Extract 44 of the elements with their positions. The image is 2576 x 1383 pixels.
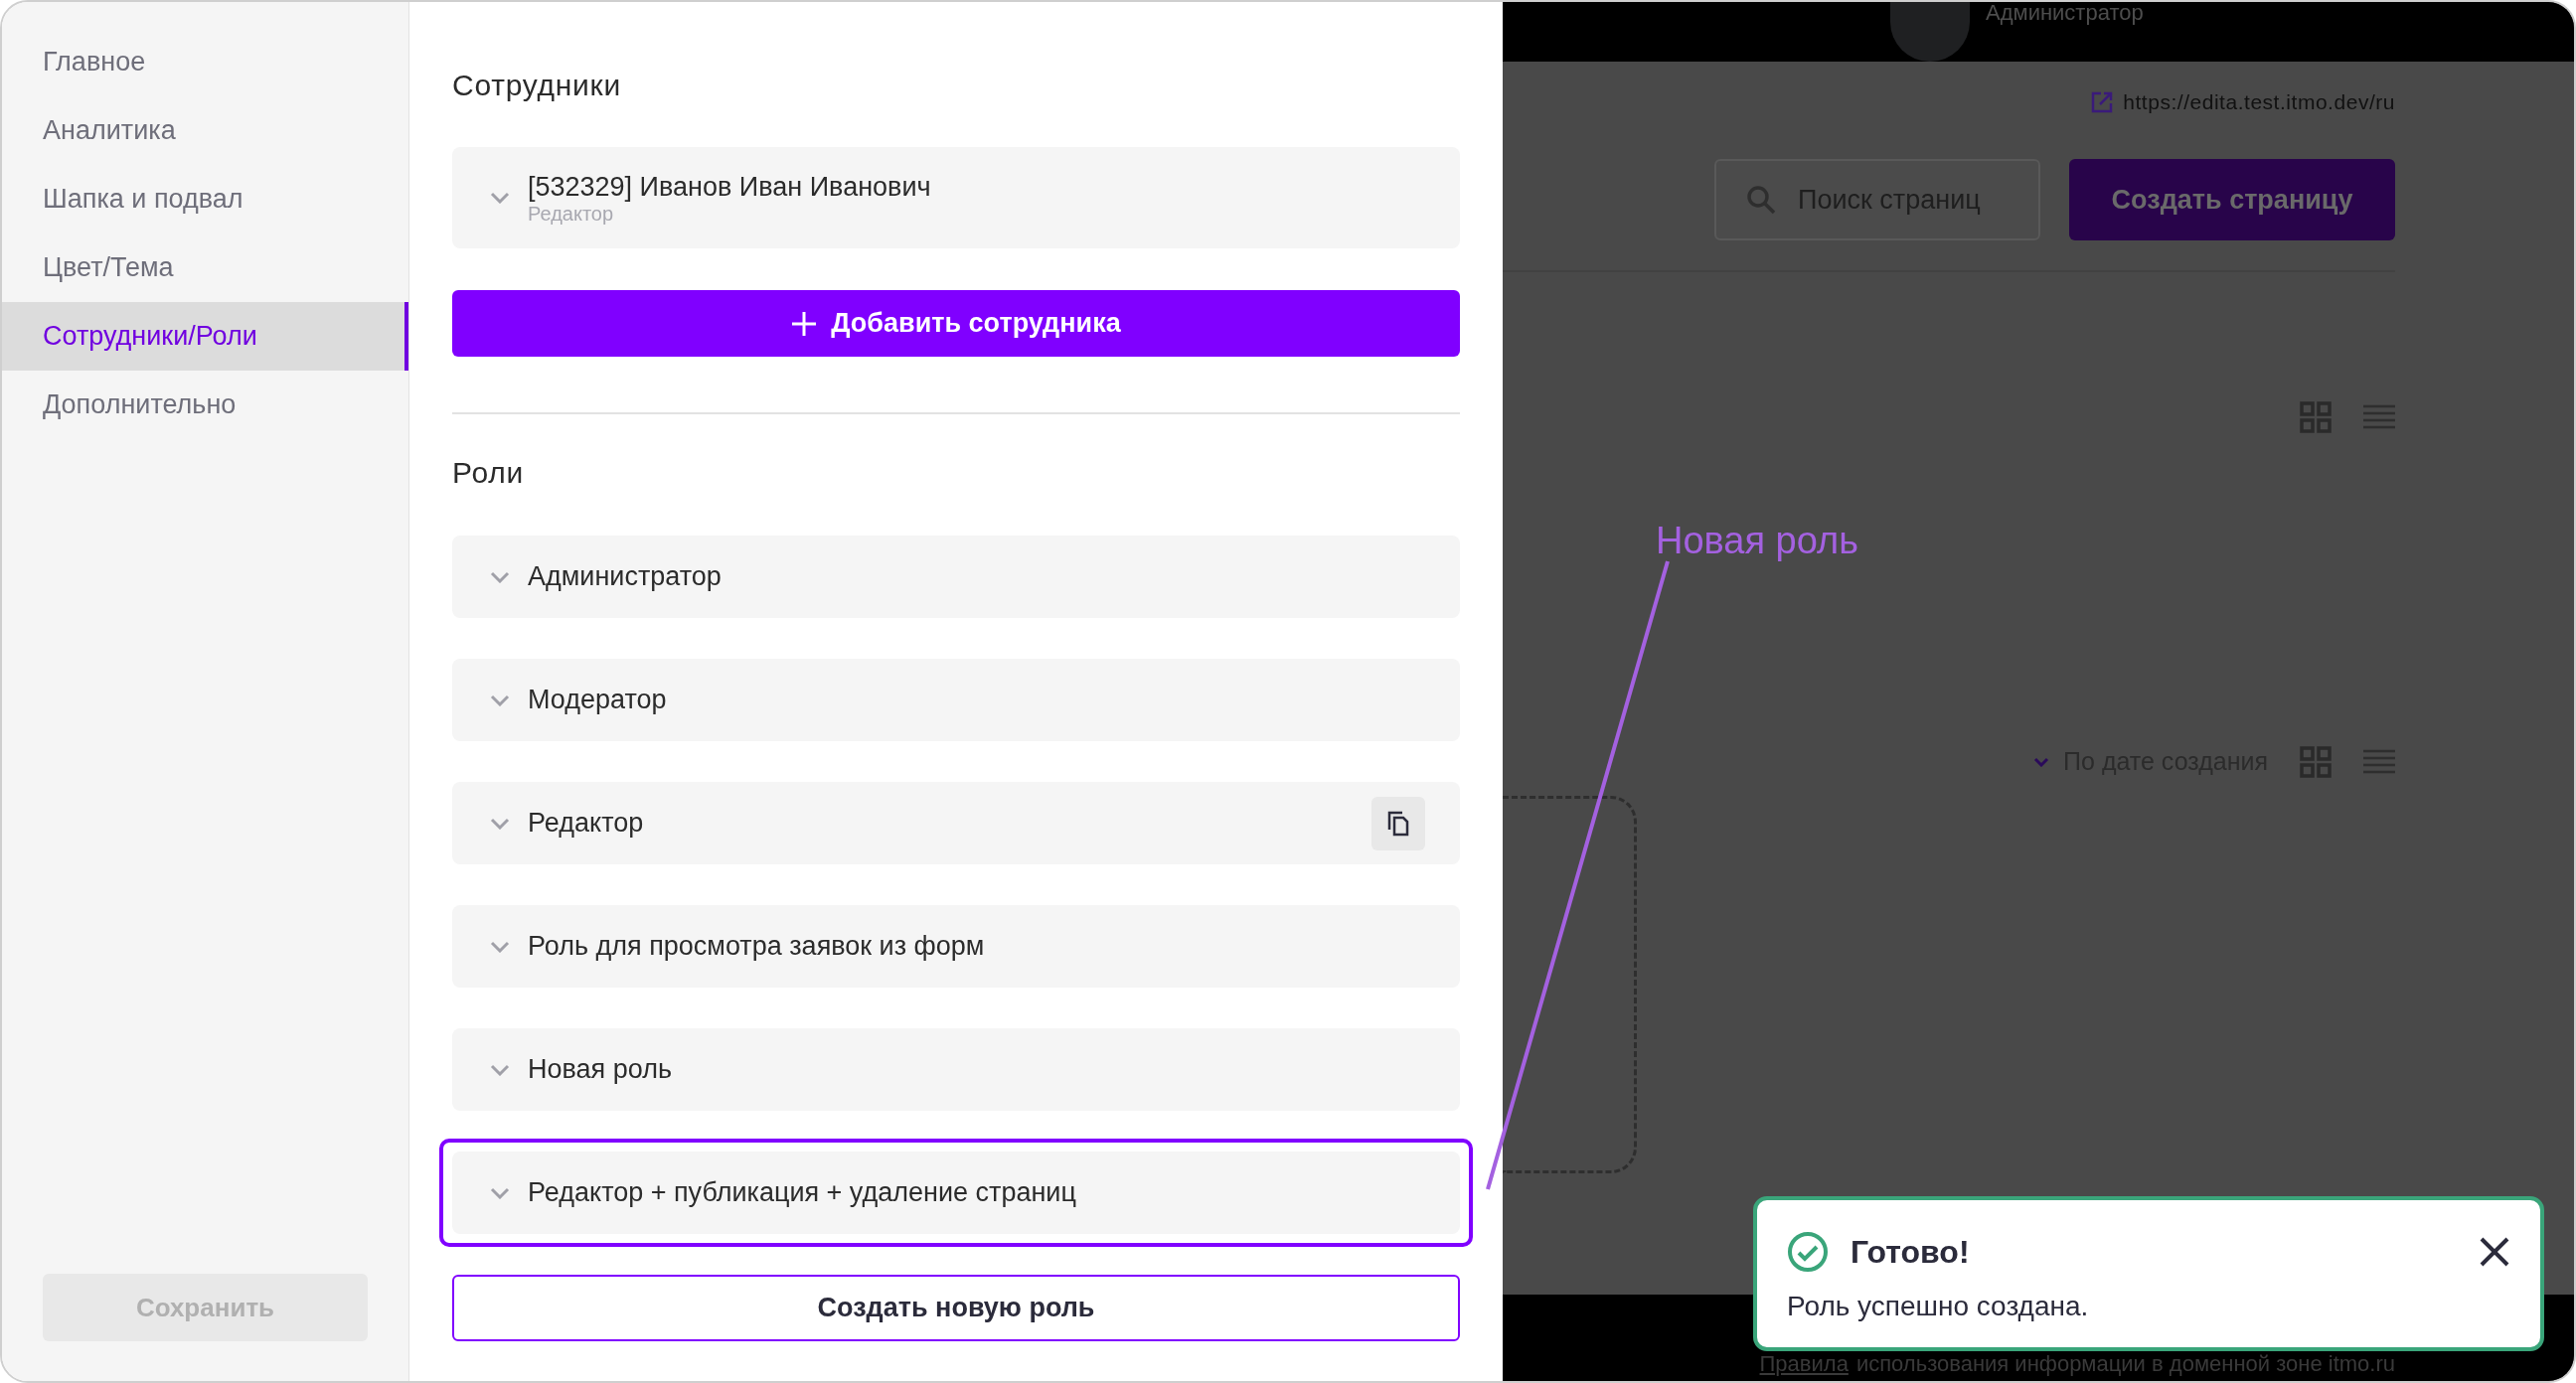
chevron-down-icon (490, 1186, 510, 1199)
chevron-down-icon (490, 192, 510, 204)
create-page-button[interactable]: Создать страницу (2069, 159, 2395, 240)
copy-icon (1386, 810, 1410, 837)
footer-text: использования информации в доменной зоне itmo.ru (1855, 1351, 2395, 1377)
copy-button[interactable] (1371, 796, 1425, 850)
external-link-icon (2091, 91, 2114, 113)
chevron-down-icon (490, 940, 510, 953)
annotation-label: Новая роль (1656, 519, 1858, 563)
role-item[interactable]: Администратор (452, 536, 1460, 618)
chevron-down-icon (490, 570, 510, 583)
sidebar-item[interactable]: Сотрудники/Роли (2, 302, 408, 371)
employee-name: [532329] Иванов Иван Иванович (528, 171, 931, 203)
check-circle-icon (1787, 1231, 1829, 1273)
sidebar-item[interactable]: Главное (2, 28, 408, 96)
sidebar-item[interactable]: Шапка и подвал (2, 165, 408, 233)
role-item[interactable]: Роль для просмотра заявок из форм (452, 905, 1460, 988)
sidebar-item[interactable]: Аналитика (2, 96, 408, 165)
plus-icon (791, 310, 818, 337)
sidebar-item[interactable]: Цвет/Тема (2, 233, 408, 302)
grid-view-icon[interactable] (2300, 746, 2332, 778)
toast-title: Готово! (1851, 1233, 1970, 1272)
employee-role: Редактор (528, 203, 615, 225)
chevron-down-icon (490, 817, 510, 830)
chevron-down-icon (2033, 757, 2050, 767)
chevron-down-icon (490, 693, 510, 706)
role-item[interactable]: Редактор (452, 782, 1460, 864)
chevron-down-icon (490, 1063, 510, 1076)
employee-card[interactable]: [532329] Иванов Иван Иванович Редактор (452, 147, 1460, 248)
toast-message: Роль успешно создана. (1787, 1290, 2090, 1323)
section-heading: Сотрудники (452, 68, 622, 103)
role-item[interactable]: Новая роль (452, 1028, 1460, 1111)
role-item[interactable]: Модератор (452, 659, 1460, 741)
search-icon (1746, 185, 1776, 215)
close-icon[interactable] (2479, 1236, 2510, 1268)
sidebar-item[interactable]: Дополнительно (2, 371, 408, 439)
list-view-icon[interactable] (2363, 749, 2395, 775)
user-role: Администратор (1986, 2, 2144, 24)
create-role-button[interactable]: Создать новую роль (452, 1275, 1460, 1341)
role-item[interactable]: Редактор + публикация + удаление страниц (452, 1152, 1460, 1234)
section-heading: Роли (452, 455, 525, 491)
list-view-icon[interactable] (2363, 404, 2395, 430)
grid-view-icon[interactable] (2300, 401, 2332, 433)
add-employee-button[interactable]: Добавить сотрудника (452, 290, 1460, 357)
